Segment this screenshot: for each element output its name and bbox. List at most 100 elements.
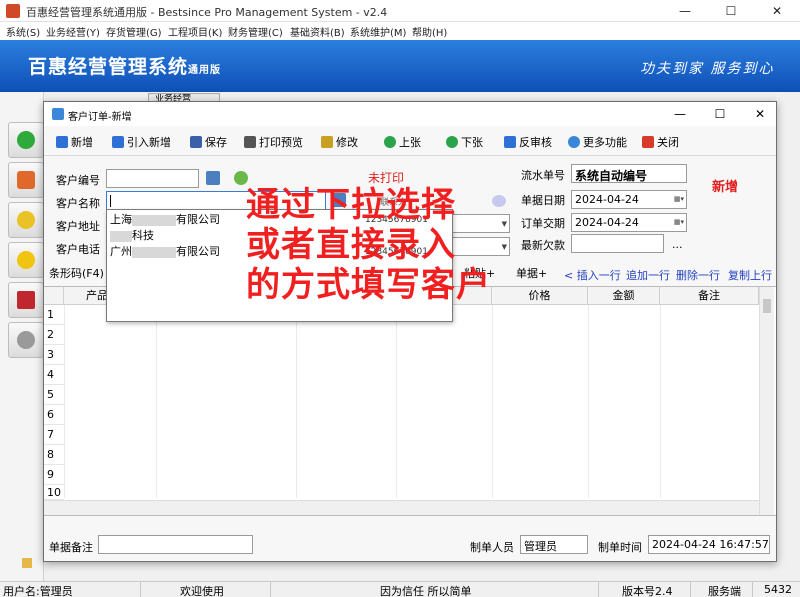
calendar-icon: ▦▾ (673, 218, 684, 226)
layers-icon (17, 171, 35, 189)
more-button[interactable]: ... (672, 238, 683, 251)
table-row[interactable]: 8 (44, 445, 64, 465)
app-icon (6, 4, 20, 18)
delivery-date-picker[interactable]: 2024-04-24 ▦▾ (571, 213, 687, 232)
chevron-down-icon: ▼ (501, 220, 507, 228)
make-time-label: 制单时间 (598, 541, 642, 554)
column-header-remark[interactable]: 备注 (660, 287, 759, 305)
dialog-app-icon (52, 108, 64, 120)
calendar-icon: ▦▾ (673, 195, 684, 203)
save-icon (190, 136, 202, 148)
table-row[interactable]: 2 (44, 325, 64, 345)
delivery-date-label: 订单交期 (521, 217, 565, 230)
doc-button[interactable]: 单据+ (516, 265, 547, 281)
column-header-price[interactable]: 价格 (492, 287, 588, 305)
menu-inventory[interactable]: 存货管理(G) (106, 24, 162, 39)
grid-divider (156, 305, 157, 498)
horizontal-scrollbar[interactable] (44, 500, 759, 515)
maker-field: 管理员 (520, 535, 588, 554)
status-user: 用户名:管理员 (3, 585, 73, 597)
grid-divider (492, 305, 493, 498)
remark-field[interactable] (98, 535, 253, 554)
table-row[interactable]: 9 (44, 465, 64, 485)
text-caret (110, 195, 111, 207)
redacted-text (132, 214, 176, 226)
dialog-close-icon[interactable]: ✕ (740, 102, 780, 126)
import-new-button[interactable]: 引入新增 (112, 133, 171, 151)
list-item[interactable]: 上海 有限公司 (110, 212, 220, 228)
add-customer-icon[interactable] (234, 171, 248, 185)
sidebar-button-settings[interactable] (8, 322, 44, 358)
status-divider (598, 582, 599, 597)
table-row[interactable]: 6 (44, 405, 64, 425)
status-divider (752, 582, 753, 597)
menu-bar: 系统(S) 业务经营(Y) 存货管理(G) 工程项目(K) 财务管理(C) 基础… (0, 22, 800, 40)
next-record-button[interactable]: 下张 (446, 133, 483, 151)
menu-system[interactable]: 系统(S) (6, 24, 40, 39)
sidebar-button-check[interactable] (8, 122, 44, 158)
edit-button[interactable]: 修改 (321, 133, 358, 151)
menu-business[interactable]: 业务经营(Y) (46, 24, 100, 39)
serial-no-field: 系统自动编号 (571, 164, 687, 183)
sidebar-button-layers[interactable] (8, 162, 44, 198)
doc-date-picker[interactable]: 2024-04-24 ▦▾ (571, 190, 687, 209)
table-row[interactable]: 4 (44, 365, 64, 385)
table-row[interactable]: 3 (44, 345, 64, 365)
customer-no-field[interactable] (106, 169, 199, 188)
customer-no-label: 客户编号 (56, 174, 100, 187)
delete-row-button[interactable]: 删除一行 (676, 267, 720, 283)
more-functions-button[interactable]: 更多功能 (568, 133, 627, 151)
dialog-title: 客户订单-新增 (68, 112, 132, 123)
table-row[interactable]: 1 (44, 305, 64, 325)
print-preview-button[interactable]: 打印预览 (244, 133, 303, 151)
dialog-minimize-icon[interactable]: — (660, 102, 700, 126)
table-row[interactable]: 10 (44, 485, 64, 500)
sidebar-button-favorite[interactable] (8, 242, 44, 278)
list-item[interactable]: 广州 有限公司 (110, 244, 220, 260)
latest-debt-field (571, 234, 664, 253)
print-status: 未打印 (368, 171, 405, 185)
redacted-text (110, 230, 132, 242)
table-row[interactable]: 7 (44, 425, 64, 445)
menu-finance[interactable]: 财务管理(C) (228, 24, 283, 39)
unaudit-icon (504, 136, 516, 148)
menu-basic-data[interactable]: 基础资料(B) (290, 24, 345, 39)
plus-icon (112, 136, 124, 148)
close-icon[interactable]: ✕ (754, 0, 800, 22)
grid-divider (588, 305, 589, 498)
menu-project[interactable]: 工程项目(K) (168, 24, 222, 39)
grid-divider (396, 305, 397, 498)
serial-no-label: 流水单号 (521, 169, 565, 182)
sidebar-button-book[interactable] (8, 282, 44, 318)
new-button[interactable]: 新增 (56, 133, 93, 151)
insert-row-button[interactable]: < 插入一行 (564, 267, 621, 283)
arrow-right-icon[interactable] (492, 195, 506, 207)
previous-record-button[interactable]: 上张 (384, 133, 421, 151)
search-icon[interactable] (206, 171, 220, 185)
column-header-amount[interactable]: 金额 (588, 287, 660, 305)
sidebar-button-star-list[interactable] (8, 202, 44, 238)
status-bar: 用户名:管理员 欢迎使用 因为信任 所以简单 版本号2.4 服务端 5432 (0, 581, 800, 597)
scroll-thumb[interactable] (763, 299, 771, 313)
menu-help[interactable]: 帮助(H) (412, 24, 447, 39)
list-item[interactable]: 科技 (110, 228, 154, 244)
append-row-button[interactable]: 追加一行 (626, 267, 670, 283)
gear-icon (568, 136, 580, 148)
make-time-field: 2024-04-24 16:47:57 (648, 535, 770, 554)
row-number-header (44, 287, 64, 305)
grid-divider (64, 305, 65, 498)
copy-row-button[interactable]: 复制上行 (728, 267, 772, 283)
close-box-icon (642, 136, 654, 148)
banner-edition: 通用版 (188, 65, 222, 76)
order-dialog: 客户订单-新增 — ☐ ✕ 新增 引入新增 保存 打印预览 修改 上张 下张 反… (43, 101, 777, 562)
save-button[interactable]: 保存 (190, 133, 227, 151)
maximize-icon[interactable]: ☐ (708, 0, 754, 22)
unaudit-button[interactable]: 反审核 (504, 133, 552, 151)
dialog-maximize-icon[interactable]: ☐ (700, 102, 740, 126)
menu-maintenance[interactable]: 系统维护(M) (350, 24, 406, 39)
minimize-icon[interactable]: — (662, 0, 708, 22)
window-titlebar: 百惠经营管理系统通用版 - Bestsince Pro Management S… (0, 0, 800, 22)
close-button[interactable]: 关闭 (642, 133, 679, 151)
vertical-scrollbar[interactable] (759, 287, 774, 515)
table-row[interactable]: 5 (44, 385, 64, 405)
